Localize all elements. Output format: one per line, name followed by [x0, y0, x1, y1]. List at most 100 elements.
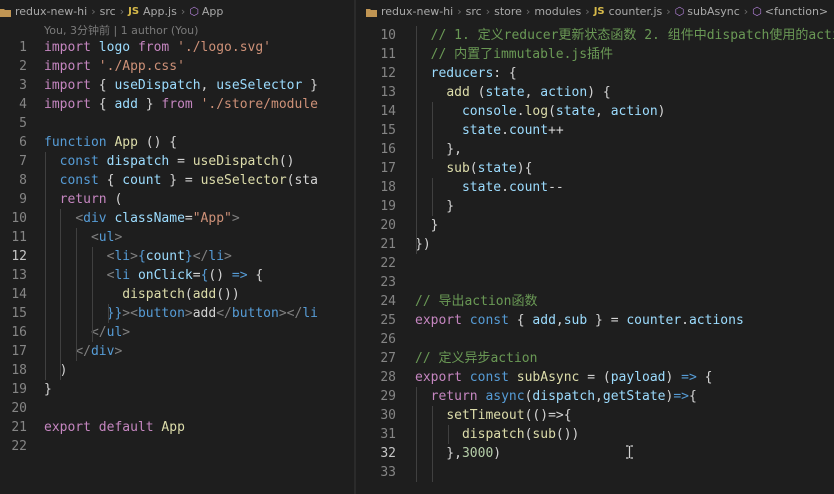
line-number[interactable]: 15 [356, 121, 396, 140]
code-line[interactable]: 6 function App () { [0, 133, 354, 152]
line-number[interactable]: 4 [0, 95, 27, 114]
code-line[interactable]: 19 } [356, 197, 834, 216]
code-text[interactable]: <div className="App"> [44, 209, 239, 228]
code-text[interactable]: }, [415, 140, 462, 159]
code-text[interactable]: import { useDispatch, useSelector } [44, 76, 318, 95]
code-line[interactable]: 18 ) [0, 361, 354, 380]
code-text[interactable]: } [415, 216, 439, 235]
code-line[interactable]: 29 return async(dispatch,getState)=>{ [356, 387, 834, 406]
code-text[interactable]: add (state, action) { [415, 83, 610, 102]
code-text[interactable]: }) [415, 235, 431, 254]
line-number[interactable]: 9 [0, 190, 27, 209]
code-line[interactable]: 20 } [356, 216, 834, 235]
breadcrumb-folder-modules[interactable]: modules [534, 5, 581, 18]
code-text[interactable]: import './App.css' [44, 57, 185, 76]
line-number[interactable]: 25 [356, 311, 396, 330]
code-line[interactable]: 28 export const subAsync = (payload) => { [356, 368, 834, 387]
code-line[interactable]: 17 </div> [0, 342, 354, 361]
code-line[interactable]: 14 dispatch(add()) [0, 285, 354, 304]
line-number[interactable]: 28 [356, 368, 396, 387]
code-line[interactable]: 17 sub(state){ [356, 159, 834, 178]
line-number[interactable]: 31 [356, 425, 396, 444]
code-text[interactable]: <li>{count}</li> [44, 247, 232, 266]
code-line[interactable]: 20 [0, 399, 354, 418]
code-text[interactable]: </ul> [44, 323, 130, 342]
code-line[interactable]: 3 import { useDispatch, useSelector } [0, 76, 354, 95]
line-number[interactable]: 30 [356, 406, 396, 425]
breadcrumb-symbol[interactable]: subAsync [687, 5, 739, 18]
code-text[interactable]: // 1. 定义reducer更新状态函数 2. 组件中dispatch使用的a… [415, 26, 834, 45]
code-line[interactable]: 33 [356, 463, 834, 482]
code-text[interactable]: export const { add,sub } = counter.actio… [415, 311, 744, 330]
line-number[interactable]: 26 [356, 330, 396, 349]
code-text[interactable]: setTimeout(()=>{ [415, 406, 571, 425]
code-line[interactable]: 18 state.count-- [356, 178, 834, 197]
line-number[interactable]: 16 [356, 140, 396, 159]
code-line[interactable]: 26 [356, 330, 834, 349]
line-number[interactable]: 18 [356, 178, 396, 197]
code-line[interactable]: 27 // 定义异步action [356, 349, 834, 368]
code-line[interactable]: 12 <li>{count}</li> [0, 247, 354, 266]
code-text[interactable]: dispatch(add()) [44, 285, 239, 304]
line-number[interactable]: 19 [0, 380, 27, 399]
code-line[interactable]: 5 [0, 114, 354, 133]
code-line[interactable]: 30 setTimeout(()=>{ [356, 406, 834, 425]
code-line[interactable]: 31 dispatch(sub()) [356, 425, 834, 444]
line-number[interactable]: 16 [0, 323, 27, 342]
line-number[interactable]: 22 [0, 437, 27, 456]
line-number[interactable]: 7 [0, 152, 27, 171]
code-text[interactable]: <ul> [44, 228, 122, 247]
line-number[interactable]: 11 [356, 45, 396, 64]
code-line[interactable]: 21 export default App [0, 418, 354, 437]
line-number[interactable]: 20 [0, 399, 27, 418]
code-text[interactable]: import logo from './logo.svg' [44, 38, 271, 57]
code-line[interactable]: 13 <li onClick={() => { [0, 266, 354, 285]
code-line[interactable]: 12 reducers: { [356, 64, 834, 83]
code-text[interactable]: // 内置了immutable.js插件 [415, 45, 613, 64]
code-line[interactable]: 32 },3000) [356, 444, 834, 463]
line-number[interactable]: 10 [0, 209, 27, 228]
code-line[interactable]: 8 const { count } = useSelector(sta [0, 171, 354, 190]
code-line[interactable]: 15 state.count++ [356, 121, 834, 140]
code-text[interactable]: ) [44, 361, 68, 380]
code-text[interactable]: console.log(state, action) [415, 102, 666, 121]
code-text[interactable]: // 定义异步action [415, 349, 537, 368]
code-text[interactable]: state.count-- [415, 178, 564, 197]
line-number[interactable]: 13 [0, 266, 27, 285]
code-text[interactable]: // 导出action函数 [415, 292, 537, 311]
code-text[interactable]: return ( [44, 190, 123, 209]
line-number[interactable]: 3 [0, 76, 27, 95]
code-text[interactable]: reducers: { [415, 64, 517, 83]
line-number[interactable]: 19 [356, 197, 396, 216]
breadcrumb-symbol[interactable]: App [202, 5, 224, 18]
line-number[interactable]: 17 [356, 159, 396, 178]
breadcrumb-file[interactable]: App.js [143, 5, 177, 18]
code-line[interactable]: 10 // 1. 定义reducer更新状态函数 2. 组件中dispatch使… [356, 26, 834, 45]
line-number[interactable]: 15 [0, 304, 27, 323]
line-number[interactable]: 17 [0, 342, 27, 361]
code-text[interactable]: state.count++ [415, 121, 564, 140]
code-line[interactable]: 4 import { add } from './store/module [0, 95, 354, 114]
breadcrumb-file[interactable]: counter.js [609, 5, 663, 18]
code-text[interactable]: const { count } = useSelector(sta [44, 171, 318, 190]
line-number[interactable]: 6 [0, 133, 27, 152]
code-line[interactable]: 11 <ul> [0, 228, 354, 247]
breadcrumb-project[interactable]: redux-new-hi [15, 5, 87, 18]
line-number[interactable]: 11 [0, 228, 27, 247]
line-number[interactable]: 1 [0, 38, 27, 57]
line-number[interactable]: 13 [356, 83, 396, 102]
code-text[interactable]: import { add } from './store/module [44, 95, 318, 114]
line-number[interactable]: 32 [356, 444, 396, 463]
code-line[interactable]: 22 [356, 254, 834, 273]
breadcrumb-folder-store[interactable]: store [494, 5, 522, 18]
code-text[interactable]: },3000) [415, 444, 501, 463]
line-number[interactable]: 24 [356, 292, 396, 311]
code-text[interactable]: } [415, 197, 454, 216]
code-text[interactable]: dispatch(sub()) [415, 425, 579, 444]
code-line[interactable]: 1 import logo from './logo.svg' [0, 38, 354, 57]
code-line[interactable]: 19} [0, 380, 354, 399]
left-editor-pane[interactable]: redux-new-hi › src › JS App.js › ⬡ App Y… [0, 0, 354, 494]
code-line[interactable]: 10 <div className="App"> [0, 209, 354, 228]
line-number[interactable]: 14 [356, 102, 396, 121]
line-number[interactable]: 21 [356, 235, 396, 254]
